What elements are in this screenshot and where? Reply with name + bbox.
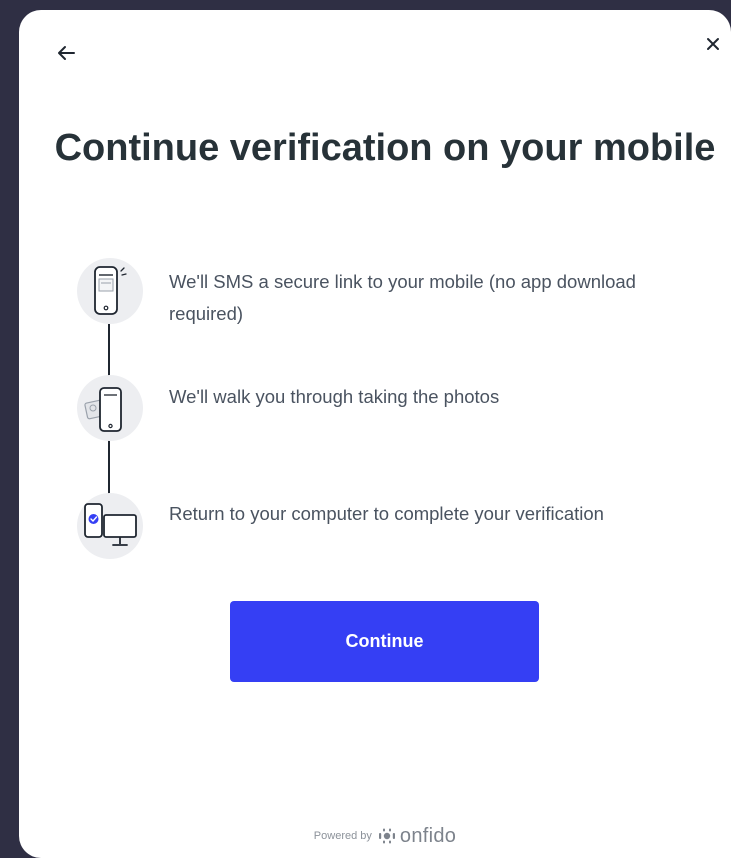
phone-sms-icon: [77, 258, 143, 324]
step-1-text: We'll SMS a secure link to your mobile (…: [169, 271, 636, 324]
back-button[interactable]: [53, 40, 79, 66]
phone-document-icon: [77, 375, 143, 441]
page-title: Continue verification on your mobile: [54, 127, 716, 169]
onfido-mark-icon: [378, 828, 395, 844]
powered-by-label: Powered by: [313, 830, 372, 842]
step-connector: [108, 324, 110, 378]
computer-phone-icon: [77, 493, 143, 559]
step-2-text: We'll walk you through taking the photos: [169, 386, 500, 407]
close-icon: [707, 38, 719, 50]
arrow-left-icon: [58, 46, 75, 60]
verification-modal: Continue verification on your mobile We'…: [19, 10, 731, 858]
powered-by-footer: Powered by onfido: [19, 822, 731, 850]
continue-button[interactable]: Continue: [230, 601, 539, 682]
step-3-text: Return to your computer to complete your…: [169, 503, 604, 524]
onfido-wordmark: onfido: [399, 824, 457, 847]
step-connector: [108, 439, 110, 495]
onfido-logo: onfido: [378, 825, 456, 848]
steps-list: We'll SMS a secure link to your mobile (…: [77, 258, 677, 578]
close-button[interactable]: [703, 34, 723, 54]
